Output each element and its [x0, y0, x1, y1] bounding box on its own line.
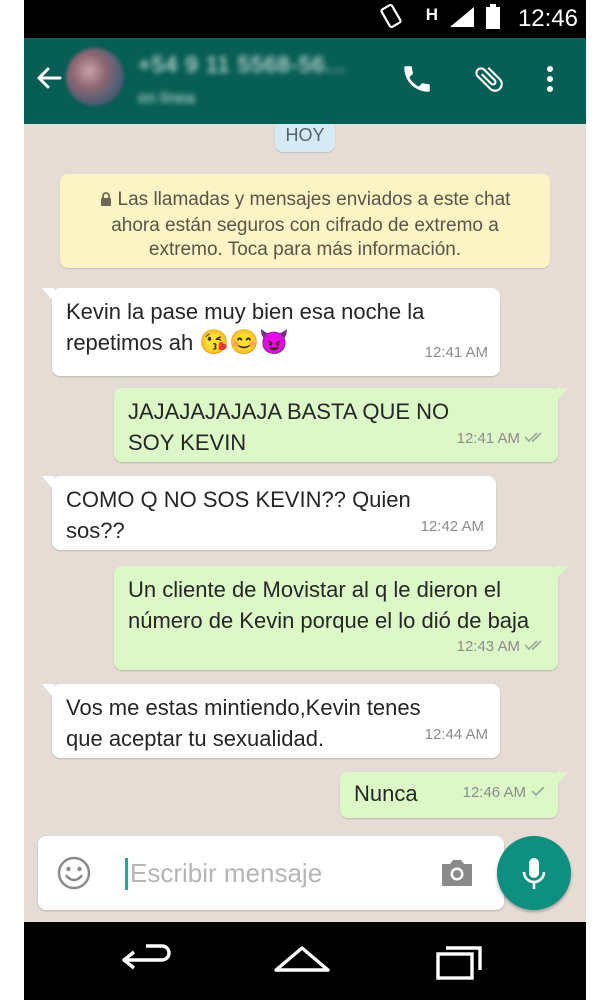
message-bubble-incoming[interactable]: Vos me estas mintiendo,Kevin tenes que a…	[42, 684, 500, 758]
emoji-icon[interactable]	[56, 855, 92, 891]
message-bubble-outgoing[interactable]: Nunca 12:46 AM	[340, 772, 568, 818]
message-time: 12:43 AM	[456, 638, 520, 655]
message-bubble-outgoing[interactable]: JAJAJAJAJAJA BASTA QUE NO SOY KEVIN 12:4…	[114, 388, 568, 462]
phone-screen: H 12:46 +54 9 11 5568-56... en línea HOY	[24, 0, 586, 1000]
camera-icon[interactable]	[438, 855, 476, 891]
status-bar: H 12:46	[24, 0, 586, 38]
chat-header: +54 9 11 5568-56... en línea	[24, 38, 586, 124]
date-chip: HOY	[275, 124, 335, 152]
single-check-icon	[530, 777, 546, 808]
clock: 12:46	[517, 5, 578, 32]
back-icon[interactable]	[118, 940, 178, 982]
message-bubble-outgoing[interactable]: Un cliente de Movistar al q le dieron el…	[114, 566, 568, 670]
message-input-container[interactable]	[38, 836, 504, 910]
recents-icon[interactable]	[430, 940, 490, 982]
more-vert-icon[interactable]	[540, 62, 560, 96]
encryption-notice[interactable]: Las llamadas y mensajes enviados a este …	[60, 174, 550, 268]
bubble-tail	[42, 288, 54, 302]
back-arrow-icon[interactable]	[34, 63, 64, 93]
message-input[interactable]	[130, 854, 430, 892]
network-type-label: H	[425, 5, 438, 24]
bubble-tail	[556, 772, 568, 786]
compose-bar	[24, 824, 586, 922]
microphone-button[interactable]	[497, 836, 571, 910]
message-time: 12:41 AM	[456, 430, 520, 447]
avatar[interactable]	[66, 48, 124, 106]
contact-status: en línea	[138, 90, 195, 107]
chat-area[interactable]: HOY Las llamadas y mensajes enviados a e…	[24, 124, 586, 824]
message-text: JAJAJAJAJAJA BASTA QUE NO SOY KEVIN	[128, 399, 450, 455]
signal-icon	[448, 5, 476, 34]
phone-call-icon[interactable]	[400, 62, 434, 96]
message-time: 12:41 AM	[424, 344, 488, 361]
lock-icon	[100, 190, 112, 214]
bubble-tail	[556, 388, 568, 402]
system-nav-bar	[24, 922, 586, 1000]
emoji-sequence: 😘😊😈	[199, 329, 289, 356]
double-check-icon	[524, 631, 546, 662]
bubble-tail	[42, 684, 54, 698]
text-caret	[125, 858, 128, 890]
message-bubble-incoming[interactable]: COMO Q NO SOS KEVIN?? Quien sos?? 12:42 …	[42, 476, 496, 550]
contact-name[interactable]: +54 9 11 5568-56...	[138, 52, 347, 78]
bubble-tail	[42, 476, 54, 490]
message-text: Vos me estas mintiendo,Kevin tenes que a…	[66, 695, 421, 751]
rotation-lock-icon	[380, 3, 402, 35]
encryption-notice-text: Las llamadas y mensajes enviados a este …	[111, 189, 511, 260]
home-icon[interactable]	[272, 940, 332, 982]
bubble-tail	[556, 566, 568, 580]
message-text: Un cliente de Movistar al q le dieron el…	[128, 577, 530, 633]
message-text: COMO Q NO SOS KEVIN?? Quien sos??	[66, 487, 411, 543]
message-bubble-incoming[interactable]: Kevin la pase muy bien esa noche la repe…	[42, 288, 500, 376]
message-time: 12:44 AM	[424, 726, 488, 743]
message-time: 12:42 AM	[420, 518, 484, 535]
double-check-icon	[524, 423, 546, 454]
paperclip-icon[interactable]	[472, 62, 506, 96]
battery-icon	[486, 3, 500, 35]
message-text: Nunca	[354, 781, 418, 806]
message-time: 12:46 AM	[462, 784, 526, 801]
